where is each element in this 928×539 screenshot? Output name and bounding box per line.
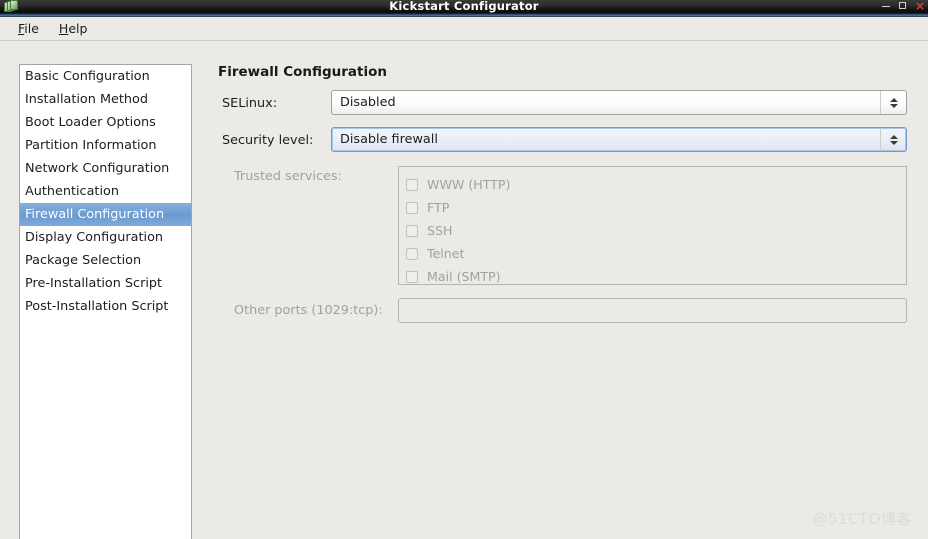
- trusted-services-frame: WWW (HTTP) FTP SSH Telnet Mail (SMTP): [398, 166, 907, 285]
- trusted-service-label: Mail (SMTP): [427, 269, 501, 284]
- security-level-label: Security level:: [222, 133, 314, 148]
- trusted-service-row[interactable]: Telnet: [406, 242, 906, 265]
- checkbox-mail-smtp[interactable]: [406, 270, 418, 283]
- checkbox-telnet[interactable]: [406, 247, 418, 260]
- other-ports-label: Other ports (1029:tcp):: [234, 303, 383, 318]
- trusted-service-row[interactable]: SSH: [406, 219, 906, 242]
- watermark: @51CTO博客: [812, 510, 912, 528]
- checkbox-ssh[interactable]: [406, 224, 418, 237]
- trusted-service-row[interactable]: FTP: [406, 196, 906, 219]
- checkbox-www-http[interactable]: [406, 178, 418, 191]
- trusted-service-row[interactable]: WWW (HTTP): [406, 173, 906, 196]
- chevron-updown-icon[interactable]: [880, 91, 906, 114]
- other-ports-input[interactable]: [398, 298, 907, 323]
- page-title: Firewall Configuration: [218, 64, 388, 80]
- security-level-value: Disable firewall: [340, 132, 438, 147]
- trusted-service-row[interactable]: Mail (SMTP): [406, 265, 906, 288]
- trusted-services-label: Trusted services:: [234, 169, 342, 184]
- trusted-service-label: SSH: [427, 223, 453, 238]
- trusted-service-label: FTP: [427, 200, 450, 215]
- trusted-service-label: WWW (HTTP): [427, 177, 511, 192]
- security-level-dropdown[interactable]: Disable firewall: [331, 127, 907, 152]
- main-panel: Firewall Configuration SELinux: Disabled…: [0, 0, 928, 539]
- checkbox-ftp[interactable]: [406, 201, 418, 214]
- selinux-label: SELinux:: [222, 96, 277, 111]
- chevron-updown-icon[interactable]: [880, 128, 906, 151]
- selinux-value: Disabled: [340, 95, 396, 110]
- selinux-dropdown[interactable]: Disabled: [331, 90, 907, 115]
- trusted-service-label: Telnet: [427, 246, 465, 261]
